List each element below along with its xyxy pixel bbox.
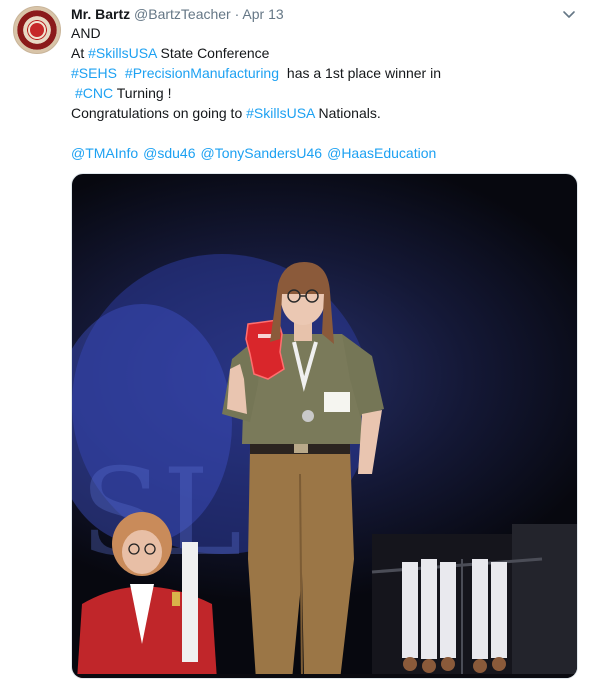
tweet-line: At #SkillsUSA State Conference [71,43,571,63]
mention-tmainfo[interactable]: @TMAInfo [71,145,138,161]
text-segment: At [71,45,89,61]
hashtag-cnc[interactable]: #CNC [75,85,113,101]
author-handle[interactable]: @BartzTeacher [134,6,231,22]
hashtag-precisionmanufacturing[interactable]: #PrecisionManufacturing [125,65,279,81]
hashtag-skillsusa[interactable]: #SkillsUSA [88,45,156,61]
school-seal-icon [28,21,46,39]
tweet-text: AND At #SkillsUSA State Conference #SEHS… [71,23,571,163]
tweet-card[interactable]: Mr. Bartz @BartzTeacher · Apr 13 AND At … [0,0,591,692]
mention-sdu46[interactable]: @sdu46 [143,145,195,161]
tweet-header: Mr. Bartz @BartzTeacher · Apr 13 [71,5,284,23]
tweet-line: #CNC Turning ! [71,83,571,103]
tweet-line: #SEHS #PrecisionManufacturing has a 1st p… [71,63,571,83]
text-segment: State Conference [156,45,270,61]
tweet-timestamp[interactable]: Apr 13 [242,6,283,22]
author-name[interactable]: Mr. Bartz [71,6,130,22]
tweet-line: AND [71,23,571,43]
tweet-line: Congratulations on going to #SkillsUSA N… [71,103,571,123]
chevron-down-icon[interactable] [562,8,576,22]
text-segment: Turning ! [113,85,172,101]
mention-tonysandersu46[interactable]: @TonySandersU46 [200,145,322,161]
hashtag-sehs[interactable]: #SEHS [71,65,117,81]
text-and: AND [71,25,101,41]
separator-dot: · [234,6,240,22]
text-segment: has a 1st place winner in [283,65,441,81]
mentions-line: @TMAInfo @sdu46 @TonySandersU46 @HaasEducat… [71,143,571,163]
avatar[interactable] [13,6,61,54]
tweet-photo[interactable]: SL [71,173,578,679]
award-photo-illustration: SL [72,254,577,678]
mention-haaseducation[interactable]: @HaasEducation [327,145,436,161]
hashtag-skillsusa[interactable]: #SkillsUSA [246,105,314,121]
text-segment: Congratulations on going to [71,105,247,121]
text-segment: Nationals. [314,105,381,121]
